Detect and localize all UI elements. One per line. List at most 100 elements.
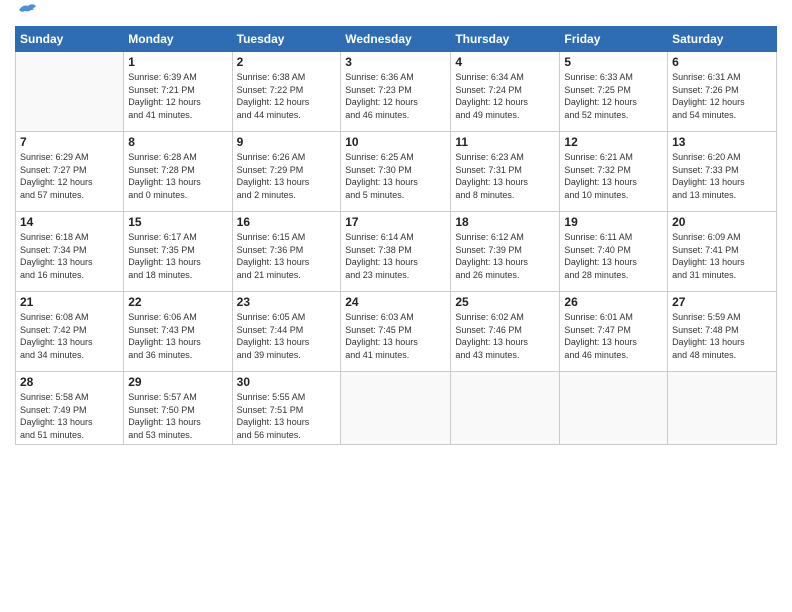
- day-number: 18: [455, 215, 555, 229]
- calendar-week-row: 7 Sunrise: 6:29 AMSunset: 7:27 PMDaylight…: [16, 132, 777, 212]
- day-number: 4: [455, 55, 555, 69]
- calendar-week-row: 14 Sunrise: 6:18 AMSunset: 7:34 PMDayligh…: [16, 212, 777, 292]
- calendar-cell: [341, 372, 451, 445]
- day-info: Sunrise: 5:59 AMSunset: 7:48 PMDaylight:…: [672, 311, 772, 361]
- calendar-week-row: 28Sunrise: 5:58 AMSunset: 7:49 PMDayligh…: [16, 372, 777, 445]
- calendar-cell: 28Sunrise: 5:58 AMSunset: 7:49 PMDayligh…: [16, 372, 124, 445]
- day-number: 9: [237, 135, 337, 149]
- day-number: 27: [672, 295, 772, 309]
- day-number: 1: [128, 55, 227, 69]
- calendar-header-friday: Friday: [560, 27, 668, 52]
- day-number: 22: [128, 295, 227, 309]
- day-info: Sunrise: 6:21 AMSunset: 7:32 PMDaylight:…: [564, 151, 663, 201]
- day-info: Sunrise: 6:09 AMSunset: 7:41 PMDaylight:…: [672, 231, 772, 281]
- day-number: 14: [20, 215, 119, 229]
- calendar-header-row: SundayMondayTuesdayWednesdayThursdayFrid…: [16, 27, 777, 52]
- day-info: Sunrise: 6:15 AMSunset: 7:36 PMDaylight:…: [237, 231, 337, 281]
- day-info: Sunrise: 6:12 AMSunset: 7:39 PMDaylight:…: [455, 231, 555, 281]
- calendar-table: SundayMondayTuesdayWednesdayThursdayFrid…: [15, 26, 777, 445]
- day-info: Sunrise: 6:23 AMSunset: 7:31 PMDaylight:…: [455, 151, 555, 201]
- calendar-cell: 9 Sunrise: 6:26 AMSunset: 7:29 PMDaylight…: [232, 132, 341, 212]
- calendar-week-row: 21 Sunrise: 6:08 AMSunset: 7:42 PMDayligh…: [16, 292, 777, 372]
- day-number: 21: [20, 295, 119, 309]
- day-number: 2: [237, 55, 337, 69]
- day-number: 11: [455, 135, 555, 149]
- calendar-cell: 4 Sunrise: 6:34 AMSunset: 7:24 PMDaylight…: [451, 52, 560, 132]
- day-info: Sunrise: 5:55 AMSunset: 7:51 PMDaylight:…: [237, 391, 337, 441]
- day-number: 17: [345, 215, 446, 229]
- calendar-cell: 27 Sunrise: 5:59 AMSunset: 7:48 PMDayligh…: [668, 292, 777, 372]
- day-number: 28: [20, 375, 119, 389]
- day-info: Sunrise: 6:33 AMSunset: 7:25 PMDaylight:…: [564, 71, 663, 121]
- day-number: 7: [20, 135, 119, 149]
- calendar-cell: 8 Sunrise: 6:28 AMSunset: 7:28 PMDaylight…: [124, 132, 232, 212]
- calendar-cell: 24 Sunrise: 6:03 AMSunset: 7:45 PMDayligh…: [341, 292, 451, 372]
- calendar-cell: 25Sunrise: 6:02 AMSunset: 7:46 PMDayligh…: [451, 292, 560, 372]
- day-info: Sunrise: 6:20 AMSunset: 7:33 PMDaylight:…: [672, 151, 772, 201]
- calendar-cell: 20 Sunrise: 6:09 AMSunset: 7:41 PMDayligh…: [668, 212, 777, 292]
- calendar-header-saturday: Saturday: [668, 27, 777, 52]
- day-info: Sunrise: 6:29 AMSunset: 7:27 PMDaylight:…: [20, 151, 119, 201]
- calendar-cell: [560, 372, 668, 445]
- calendar-week-row: 1 Sunrise: 6:39 AMSunset: 7:21 PMDaylight…: [16, 52, 777, 132]
- day-number: 29: [128, 375, 227, 389]
- calendar-cell: 2 Sunrise: 6:38 AMSunset: 7:22 PMDaylight…: [232, 52, 341, 132]
- calendar-header-monday: Monday: [124, 27, 232, 52]
- calendar-cell: [451, 372, 560, 445]
- day-info: Sunrise: 6:39 AMSunset: 7:21 PMDaylight:…: [128, 71, 227, 121]
- bird-icon: [17, 2, 39, 18]
- day-info: Sunrise: 6:28 AMSunset: 7:28 PMDaylight:…: [128, 151, 227, 201]
- calendar-cell: 11 Sunrise: 6:23 AMSunset: 7:31 PMDayligh…: [451, 132, 560, 212]
- logo: [15, 10, 39, 18]
- day-info: Sunrise: 6:11 AMSunset: 7:40 PMDaylight:…: [564, 231, 663, 281]
- day-number: 26: [564, 295, 663, 309]
- day-number: 6: [672, 55, 772, 69]
- calendar-cell: 23Sunrise: 6:05 AMSunset: 7:44 PMDayligh…: [232, 292, 341, 372]
- calendar-cell: 18 Sunrise: 6:12 AMSunset: 7:39 PMDayligh…: [451, 212, 560, 292]
- calendar-header-tuesday: Tuesday: [232, 27, 341, 52]
- day-info: Sunrise: 6:14 AMSunset: 7:38 PMDaylight:…: [345, 231, 446, 281]
- day-info: Sunrise: 6:18 AMSunset: 7:34 PMDaylight:…: [20, 231, 119, 281]
- calendar-cell: 14 Sunrise: 6:18 AMSunset: 7:34 PMDayligh…: [16, 212, 124, 292]
- day-number: 20: [672, 215, 772, 229]
- calendar-cell: 29 Sunrise: 5:57 AMSunset: 7:50 PMDayligh…: [124, 372, 232, 445]
- calendar-cell: 21 Sunrise: 6:08 AMSunset: 7:42 PMDayligh…: [16, 292, 124, 372]
- day-info: Sunrise: 6:38 AMSunset: 7:22 PMDaylight:…: [237, 71, 337, 121]
- calendar-cell: 13 Sunrise: 6:20 AMSunset: 7:33 PMDayligh…: [668, 132, 777, 212]
- calendar-header-wednesday: Wednesday: [341, 27, 451, 52]
- day-number: 3: [345, 55, 446, 69]
- calendar-cell: 30 Sunrise: 5:55 AMSunset: 7:51 PMDayligh…: [232, 372, 341, 445]
- calendar-cell: 10Sunrise: 6:25 AMSunset: 7:30 PMDayligh…: [341, 132, 451, 212]
- day-number: 30: [237, 375, 337, 389]
- calendar-cell: 6 Sunrise: 6:31 AMSunset: 7:26 PMDaylight…: [668, 52, 777, 132]
- day-number: 19: [564, 215, 663, 229]
- day-info: Sunrise: 5:57 AMSunset: 7:50 PMDaylight:…: [128, 391, 227, 441]
- calendar-cell: 15 Sunrise: 6:17 AMSunset: 7:35 PMDayligh…: [124, 212, 232, 292]
- calendar-cell: 16Sunrise: 6:15 AMSunset: 7:36 PMDayligh…: [232, 212, 341, 292]
- day-info: Sunrise: 6:17 AMSunset: 7:35 PMDaylight:…: [128, 231, 227, 281]
- day-info: Sunrise: 6:06 AMSunset: 7:43 PMDaylight:…: [128, 311, 227, 361]
- day-info: Sunrise: 6:03 AMSunset: 7:45 PMDaylight:…: [345, 311, 446, 361]
- day-info: Sunrise: 6:08 AMSunset: 7:42 PMDaylight:…: [20, 311, 119, 361]
- day-info: Sunrise: 6:05 AMSunset: 7:44 PMDaylight:…: [237, 311, 337, 361]
- calendar-cell: 22 Sunrise: 6:06 AMSunset: 7:43 PMDayligh…: [124, 292, 232, 372]
- day-info: Sunrise: 6:02 AMSunset: 7:46 PMDaylight:…: [455, 311, 555, 361]
- calendar-cell: 17 Sunrise: 6:14 AMSunset: 7:38 PMDayligh…: [341, 212, 451, 292]
- day-number: 8: [128, 135, 227, 149]
- calendar-cell: 12Sunrise: 6:21 AMSunset: 7:32 PMDayligh…: [560, 132, 668, 212]
- calendar-cell: 1 Sunrise: 6:39 AMSunset: 7:21 PMDaylight…: [124, 52, 232, 132]
- day-info: Sunrise: 6:34 AMSunset: 7:24 PMDaylight:…: [455, 71, 555, 121]
- day-number: 24: [345, 295, 446, 309]
- calendar-cell: 7 Sunrise: 6:29 AMSunset: 7:27 PMDaylight…: [16, 132, 124, 212]
- day-number: 5: [564, 55, 663, 69]
- day-number: 13: [672, 135, 772, 149]
- day-info: Sunrise: 6:26 AMSunset: 7:29 PMDaylight:…: [237, 151, 337, 201]
- calendar-header-thursday: Thursday: [451, 27, 560, 52]
- day-info: Sunrise: 6:31 AMSunset: 7:26 PMDaylight:…: [672, 71, 772, 121]
- calendar-cell: 19 Sunrise: 6:11 AMSunset: 7:40 PMDayligh…: [560, 212, 668, 292]
- day-info: Sunrise: 6:36 AMSunset: 7:23 PMDaylight:…: [345, 71, 446, 121]
- day-info: Sunrise: 6:25 AMSunset: 7:30 PMDaylight:…: [345, 151, 446, 201]
- day-number: 15: [128, 215, 227, 229]
- calendar-cell: [668, 372, 777, 445]
- calendar-cell: 3 Sunrise: 6:36 AMSunset: 7:23 PMDaylight…: [341, 52, 451, 132]
